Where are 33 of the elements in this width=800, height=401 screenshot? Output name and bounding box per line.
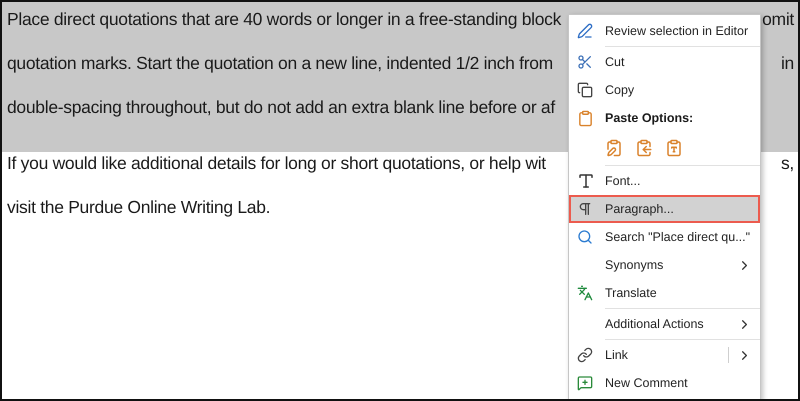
- clipboard-icon: [577, 110, 594, 126]
- document-text: double-spacing throughout, but do not add an extra blank line before or af: [7, 96, 555, 118]
- link-icon: [577, 347, 593, 363]
- document-text: If you would like additional details for long or short quotations, or help wit: [7, 152, 546, 174]
- document-text: visit the Purdue Online Writing Lab.: [7, 196, 270, 218]
- menu-item[interactable]: Font...: [569, 167, 760, 195]
- menu-heading: Paste Options:: [605, 111, 694, 125]
- menu-item[interactable]: Paragraph...: [569, 195, 760, 223]
- pen-icon: [577, 23, 593, 39]
- menu-item[interactable]: Cut: [569, 48, 760, 76]
- menu-item[interactable]: New Comment: [569, 369, 760, 397]
- scissors-icon: [577, 54, 593, 70]
- search-icon: [577, 229, 593, 245]
- paste-icon[interactable]: [665, 139, 683, 157]
- translate-icon: [577, 285, 593, 301]
- paragraph-icon: [577, 201, 593, 217]
- document-text: omit: [762, 8, 794, 30]
- document-text: Place direct quotations that are 40 words or longer in a free-standing block: [7, 8, 562, 30]
- menu-item[interactable]: Synonyms: [569, 251, 760, 279]
- font-icon: [577, 172, 595, 190]
- menu-item[interactable]: Additional Actions: [569, 310, 760, 338]
- menu-item[interactable]: Review selection in Editor: [569, 17, 760, 45]
- menu-item[interactable]: Link: [569, 341, 760, 369]
- copy-icon: [577, 82, 593, 98]
- menu-item[interactable]: Copy: [569, 76, 760, 104]
- document-text: s,: [780, 152, 794, 174]
- document-text: quotation marks. Start the quotation on a new line, indented 1/2 inch from: [7, 52, 553, 74]
- menu-item[interactable]: Search "Place direct qu...": [569, 223, 760, 251]
- paste-icon[interactable]: [635, 139, 653, 157]
- menu-item[interactable]: Translate: [569, 279, 760, 307]
- document-text: in: [780, 52, 794, 74]
- paste-icon[interactable]: [605, 139, 623, 157]
- comment-icon: [577, 375, 593, 391]
